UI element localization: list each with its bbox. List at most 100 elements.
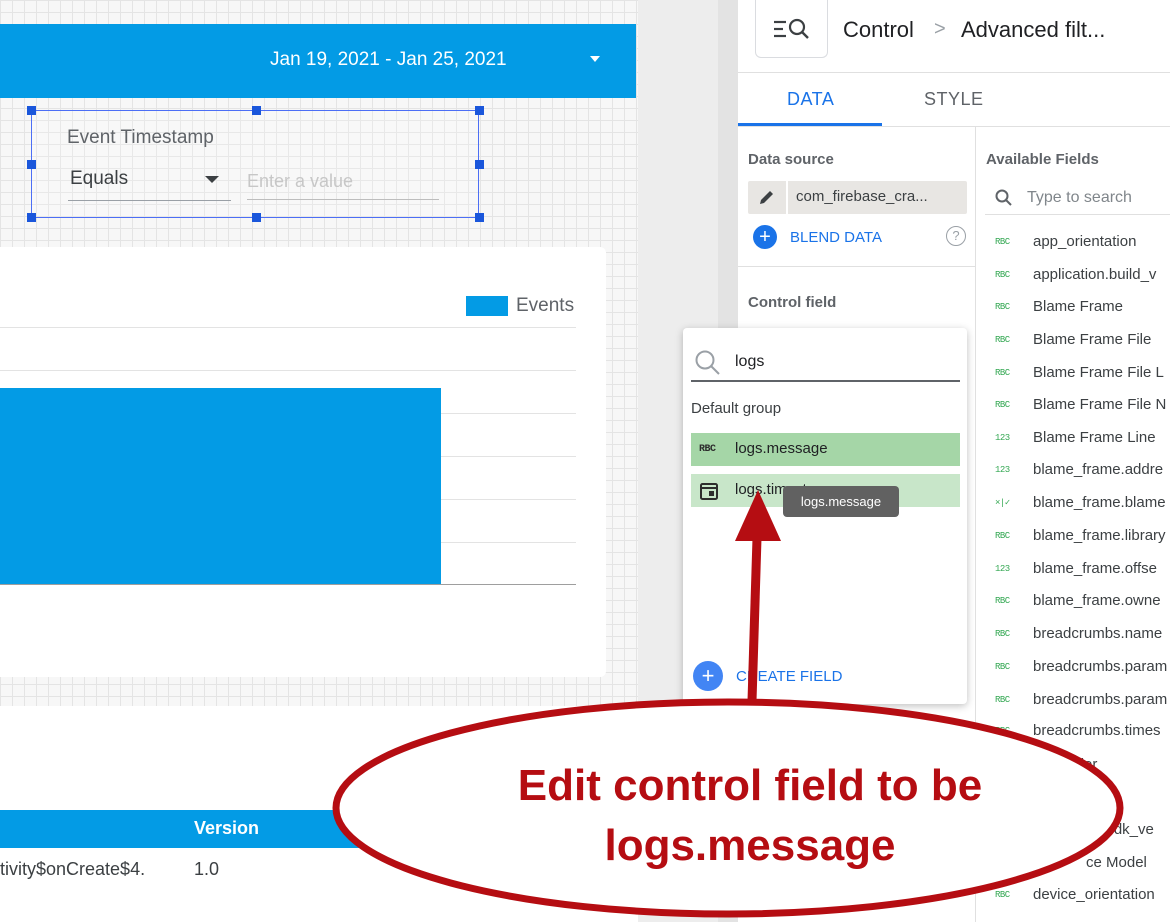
boolean-type-icon: ×|✓	[995, 498, 1010, 508]
tooltip: logs.message	[783, 486, 899, 517]
text-type-icon: RBC	[995, 890, 1010, 900]
field-name: breadcrumbs.param	[1033, 658, 1168, 675]
field-item[interactable]: RBC Blame Frame	[976, 293, 1170, 323]
field-item[interactable]: ×|✓ blame_frame.blame	[976, 489, 1170, 519]
divider	[738, 266, 975, 267]
field-name: blame_frame.blame	[1033, 494, 1166, 511]
add-icon[interactable]: +	[693, 661, 723, 691]
text-type-icon: RBC	[995, 629, 1010, 639]
field-item[interactable]: RBC application.build_v	[976, 261, 1170, 291]
available-fields-heading: Available Fields	[986, 151, 1099, 168]
resize-handle[interactable]	[475, 213, 484, 222]
field-item[interactable]: 123 Blame Frame Line	[976, 424, 1170, 454]
field-item[interactable]: RBC breadcrumbs.times	[976, 717, 1170, 747]
field-item[interactable]: 123 blame_frame.offse	[976, 555, 1170, 585]
resize-handle[interactable]	[27, 106, 36, 115]
field-name: blame_frame.owne	[1033, 592, 1161, 609]
control-field-heading: Control field	[748, 294, 837, 311]
search-icon	[695, 350, 720, 375]
chart-bar[interactable]	[0, 388, 441, 584]
resize-handle[interactable]	[27, 213, 36, 222]
field-item[interactable]: RBC blame_frame.library	[976, 522, 1170, 552]
number-type-icon: 123	[995, 433, 1010, 443]
field-item[interactable]: 123 blame_frame.addre	[976, 456, 1170, 486]
breadcrumb-type: Advanced filt...	[961, 17, 1106, 42]
create-field-button[interactable]: CREATE FIELD	[736, 668, 842, 685]
filter-field-label: Event Timestamp	[67, 127, 214, 148]
number-type-icon: 123	[995, 564, 1010, 574]
chart-plot	[0, 388, 441, 584]
pencil-icon[interactable]	[757, 189, 777, 207]
text-type-icon: RBC	[995, 237, 1010, 247]
resize-handle[interactable]	[27, 160, 36, 169]
text-type-icon: RBC	[995, 335, 1010, 345]
field-option-label: logs.message	[735, 440, 828, 457]
field-name: breadcrumbs.times	[1033, 722, 1161, 739]
field-name: Blame Frame File N	[1033, 396, 1167, 413]
field-name: application.build_v	[1033, 266, 1157, 283]
text-type-icon: RBC	[699, 444, 716, 455]
search-underline	[985, 214, 1170, 215]
chip-separator	[786, 181, 788, 214]
blend-data-button[interactable]: BLEND DATA	[790, 229, 882, 246]
field-name: ce Model	[1086, 854, 1147, 871]
text-type-icon: RBC	[995, 270, 1010, 280]
text-type-icon: RBC	[995, 695, 1010, 705]
resize-handle[interactable]	[475, 106, 484, 115]
divider	[738, 126, 1170, 127]
legend-label: Events	[516, 295, 575, 316]
field-name: Blame Frame File L	[1033, 364, 1164, 381]
filter-search-icon	[774, 18, 809, 39]
resize-handle[interactable]	[475, 160, 484, 169]
chart-x-axis	[0, 584, 576, 585]
resize-handle[interactable]	[252, 106, 261, 115]
field-name: _sdk_ve	[1098, 821, 1154, 838]
field-item[interactable]: RBC blame_frame.owne	[976, 587, 1170, 617]
field-name: blame_frame.library	[1033, 527, 1166, 544]
resize-handle[interactable]	[252, 213, 261, 222]
field-name: Blame Frame	[1033, 298, 1124, 315]
search-underline	[691, 380, 960, 382]
field-name: blame_frame.offse	[1033, 560, 1157, 577]
text-type-icon: RBC	[995, 400, 1010, 410]
text-type-icon: RBC	[995, 726, 1010, 736]
table-column-version[interactable]: Version	[194, 818, 259, 839]
field-name: breadcrumbs.param	[1033, 691, 1168, 708]
add-icon[interactable]: +	[753, 225, 777, 249]
field-item[interactable]: RBC breadcrumbs.param	[976, 686, 1170, 716]
help-icon[interactable]: ?	[946, 226, 966, 246]
chevron-down-icon[interactable]	[590, 56, 600, 62]
control-type-button[interactable]	[755, 0, 828, 58]
text-type-icon: RBC	[995, 662, 1010, 672]
field-item[interactable]: RBC Blame Frame File L	[976, 359, 1170, 389]
field-item[interactable]: RBC breadcrumbs.name	[976, 620, 1170, 650]
text-type-icon: RBC	[995, 368, 1010, 378]
annotation-text: Edit control field to be logs.message	[430, 756, 1070, 876]
field-search-input[interactable]	[1027, 186, 1170, 210]
field-name: Blame Frame File	[1033, 331, 1152, 348]
field-item[interactable]: RBC device_orientation	[976, 881, 1170, 911]
field-item[interactable]: RBC Blame Frame File N	[976, 391, 1170, 421]
field-item[interactable]: RBC app_orientation	[976, 228, 1170, 258]
field-item[interactable]: RBC breadcrumbs.param	[976, 653, 1170, 683]
chevron-down-icon[interactable]	[205, 176, 219, 183]
search-icon	[995, 189, 1012, 206]
operator-underline	[68, 200, 231, 201]
field-picker-search-input[interactable]	[735, 349, 950, 375]
data-source-name[interactable]: com_firebase_cra...	[796, 188, 928, 205]
tab-style[interactable]: STYLE	[924, 89, 984, 110]
field-name: Blame Frame Line	[1033, 429, 1156, 446]
data-source-heading: Data source	[748, 151, 834, 168]
tab-data[interactable]: DATA	[787, 89, 834, 110]
filter-value-input[interactable]	[247, 164, 439, 200]
field-name: app_orientation	[1033, 233, 1137, 250]
calendar-icon	[700, 483, 718, 500]
breadcrumb-component: Control	[843, 17, 914, 42]
field-name: device_orientation	[1033, 886, 1155, 903]
field-group-label: Default group	[691, 400, 782, 417]
field-item[interactable]: RBC Blame Frame File	[976, 326, 1170, 356]
field-option-logs-message[interactable]: RBC logs.message	[691, 433, 960, 466]
filter-operator-select[interactable]: Equals	[70, 168, 128, 190]
annotation-line: logs.message	[604, 821, 896, 870]
breadcrumb-separator: >	[934, 18, 946, 40]
